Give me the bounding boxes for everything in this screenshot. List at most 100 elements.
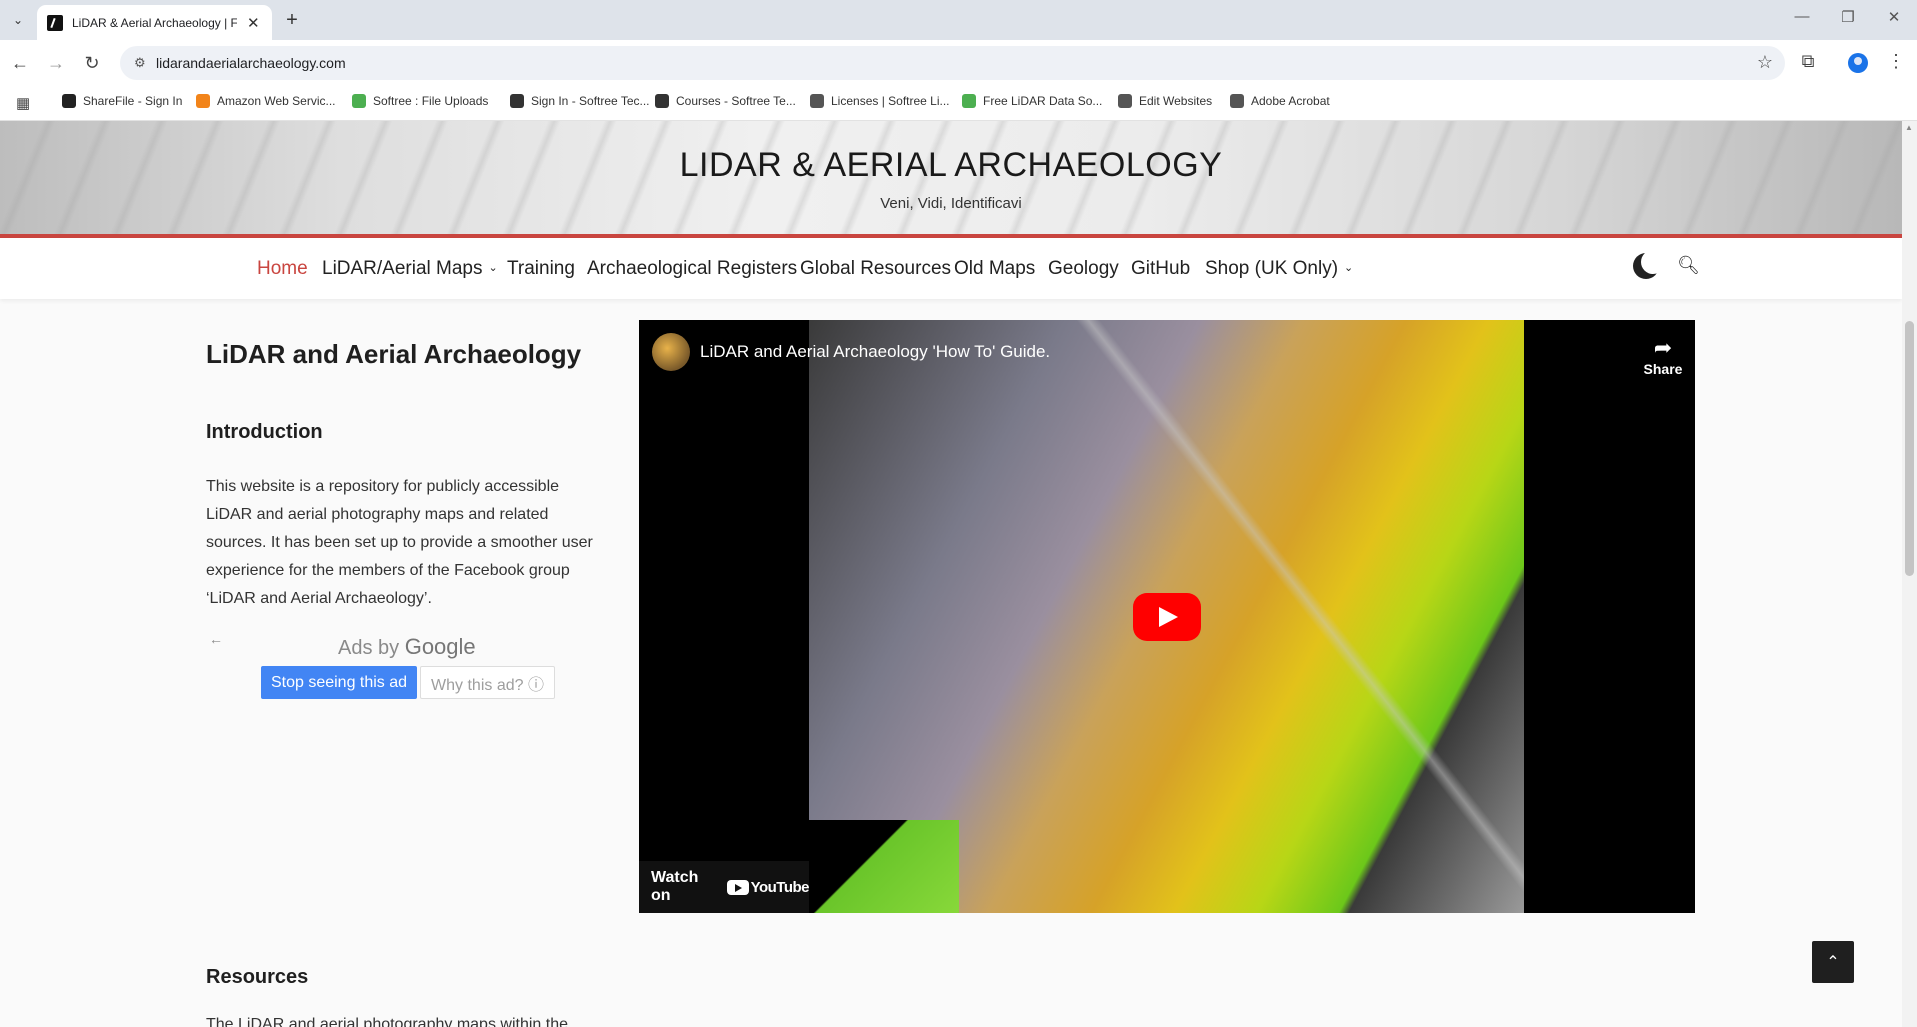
video-title[interactable]: LiDAR and Aerial Archaeology 'How To' Gu… [700, 342, 1050, 362]
youtube-wordmark: YouTube [750, 878, 810, 896]
resources-heading: Resources [206, 966, 309, 988]
restore-icon[interactable]: ❐ [1834, 8, 1862, 26]
intro-paragraph: This website is a repository for publicl… [206, 478, 593, 607]
nav-item[interactable]: LiDAR/Aerial Maps ⌄ [322, 258, 498, 280]
share-button[interactable]: ➦ Share [1641, 335, 1685, 379]
bookmark-item[interactable]: Amazon Web Servic... [196, 94, 336, 108]
tab-title: LiDAR & Aerial Archaeology | Fr [72, 15, 237, 30]
why-this-ad-button[interactable]: Why this ad? ⓘ [420, 666, 555, 699]
back-icon[interactable]: ← [8, 51, 32, 75]
bookmark-label: Sign In - Softree Tec... [531, 94, 650, 108]
browser-toolbar: ← → ↻ ⚙ lidarandaerialarchaeology.com ☆ … [0, 40, 1917, 85]
channel-avatar[interactable] [652, 333, 690, 371]
bookmark-favicon-icon [352, 94, 366, 108]
share-icon: ➦ [1653, 335, 1673, 360]
nav-item-label: Shop (UK Only) [1205, 258, 1339, 279]
url-text[interactable]: lidarandaerialarchaeology.com [156, 55, 346, 71]
ad-back-arrow-icon[interactable]: ← [209, 631, 223, 647]
nav-item-label: Global Resources [800, 258, 952, 279]
nav-item-label: Home [257, 258, 308, 279]
new-tab-icon[interactable]: + [280, 8, 304, 32]
nav-item-label: LiDAR/Aerial Maps [322, 258, 483, 279]
forward-icon[interactable]: → [44, 51, 68, 75]
minimize-icon[interactable]: — [1788, 8, 1816, 25]
resources-paragraph: The LiDAR and aerial photography maps wi… [206, 1016, 568, 1027]
bookmark-item[interactable]: Free LiDAR Data So... [962, 94, 1102, 108]
nav-item[interactable]: Archaeological Registers [587, 258, 797, 280]
search-icon[interactable]: 🔍︎ [1677, 255, 1700, 276]
nav-item[interactable]: Global Resources [800, 258, 951, 280]
bookmark-item[interactable]: Sign In - Softree Tec... [510, 94, 650, 108]
nav-item-label: Archaeological Registers [587, 258, 798, 279]
reload-icon[interactable]: ↻ [80, 51, 104, 75]
site-title[interactable]: LIDAR & AERIAL ARCHAEOLOGY [0, 146, 1902, 185]
stop-seeing-ad-button[interactable]: Stop seeing this ad [261, 666, 417, 699]
profile-avatar[interactable] [1848, 53, 1868, 73]
scrollbar-thumb[interactable] [1905, 321, 1914, 576]
nav-item[interactable]: Shop (UK Only) ⌄ [1205, 258, 1353, 280]
site-header-banner: LIDAR & AERIAL ARCHAEOLOGY Veni, Vidi, I… [0, 121, 1902, 238]
video-thumbnail-corner [809, 820, 959, 913]
site-info-icon[interactable]: ⚙ [134, 55, 146, 71]
bookmark-favicon-icon [962, 94, 976, 108]
youtube-logo-icon: YouTube [726, 878, 810, 896]
google-wordmark: Google [404, 634, 476, 659]
bookmark-favicon-icon [1118, 94, 1132, 108]
nav-item[interactable]: GitHub [1131, 258, 1190, 280]
nav-item[interactable]: Home [257, 258, 308, 280]
introduction-heading: Introduction [206, 421, 323, 443]
tab-close-icon[interactable]: ✕ [247, 14, 260, 32]
bookmarks-bar: ▦ ShareFile - Sign In Amazon Web Servic..… [0, 85, 1917, 121]
nav-item[interactable]: Geology [1048, 258, 1119, 280]
nav-item-label: Old Maps [954, 258, 1036, 279]
page-scrollbar[interactable]: ▲ [1902, 121, 1917, 1027]
bookmark-label: Licenses | Softree Li... [831, 94, 950, 108]
bookmark-label: Courses - Softree Te... [676, 94, 796, 108]
site-tagline: Veni, Vidi, Identificavi [880, 195, 1022, 212]
bookmark-favicon-icon [62, 94, 76, 108]
site-favicon-icon [47, 14, 63, 31]
play-button-icon[interactable] [1133, 593, 1201, 641]
bookmark-star-icon[interactable]: ☆ [1757, 52, 1773, 73]
bookmark-item[interactable]: Adobe Acrobat [1230, 94, 1330, 108]
dark-mode-toggle-icon[interactable] [1633, 250, 1665, 279]
nav-item-label: Training [507, 258, 575, 279]
address-bar[interactable]: ⚙ lidarandaerialarchaeology.com ☆ [120, 46, 1785, 80]
apps-grid-icon[interactable]: ▦ [16, 94, 30, 112]
bookmark-item[interactable]: Edit Websites [1118, 94, 1212, 108]
bookmark-item[interactable]: Softree : File Uploads [352, 94, 488, 108]
ads-by-text: Ads by [338, 637, 405, 659]
back-to-top-icon[interactable]: ⌃ [1812, 941, 1854, 983]
watch-on-youtube-button[interactable]: Watch on YouTube [639, 861, 810, 913]
tab-search-icon[interactable]: ⌄ [6, 9, 30, 31]
bookmark-item[interactable]: ShareFile - Sign In [62, 94, 182, 108]
ads-by-google-label: Ads by Google [338, 634, 476, 660]
bookmark-label: Free LiDAR Data So... [983, 94, 1103, 108]
extensions-icon[interactable]: ⧉ [1796, 51, 1820, 72]
active-tab[interactable]: LiDAR & Aerial Archaeology | Fr ✕ [37, 5, 272, 40]
page-viewport: LIDAR & AERIAL ARCHAEOLOGY Veni, Vidi, I… [0, 121, 1902, 1027]
nav-item[interactable]: Old Maps [954, 258, 1035, 280]
bookmark-label: ShareFile - Sign In [83, 94, 183, 108]
chevron-down-icon: ⌄ [1344, 262, 1354, 274]
chevron-down-icon: ⌄ [488, 262, 498, 274]
watch-on-label: Watch on [651, 869, 699, 904]
bookmark-favicon-icon [510, 94, 524, 108]
bookmark-label: Amazon Web Servic... [217, 94, 336, 108]
page-heading: LiDAR and Aerial Archaeology [206, 339, 582, 369]
bookmark-item[interactable]: Courses - Softree Te... [655, 94, 796, 108]
bookmark-favicon-icon [810, 94, 824, 108]
share-label: Share [1643, 361, 1683, 377]
nav-item[interactable]: Training [507, 258, 575, 280]
bookmark-item[interactable]: Licenses | Softree Li... [810, 94, 950, 108]
bookmark-favicon-icon [196, 94, 210, 108]
menu-icon[interactable]: ⋮ [1884, 51, 1908, 72]
youtube-video-embed[interactable]: LiDAR and Aerial Archaeology 'How To' Gu… [639, 320, 1695, 913]
bookmark-favicon-icon [1230, 94, 1244, 108]
bookmark-favicon-icon [655, 94, 669, 108]
main-navigation: Home LiDAR/Aerial Maps ⌄ Training Archaeolog… [0, 238, 1902, 299]
bookmark-label: Edit Websites [1139, 94, 1213, 108]
close-window-icon[interactable]: ✕ [1880, 8, 1908, 26]
bookmark-label: Adobe Acrobat [1251, 94, 1330, 108]
scroll-up-icon[interactable]: ▲ [1905, 123, 1913, 132]
